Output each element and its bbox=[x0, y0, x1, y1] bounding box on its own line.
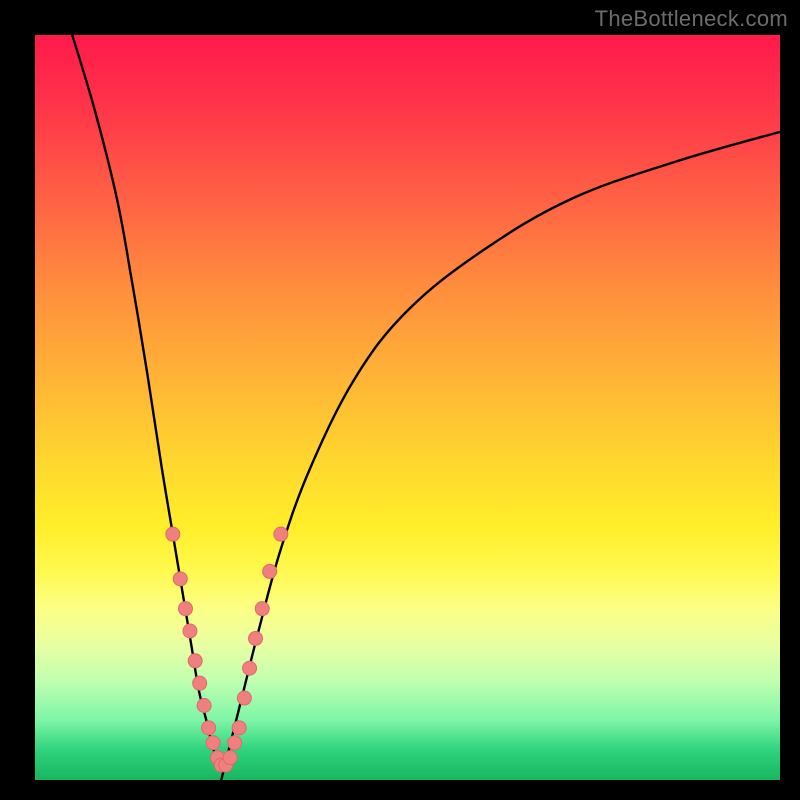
marker-point bbox=[188, 654, 202, 668]
marker-point bbox=[183, 624, 197, 638]
marker-point bbox=[197, 699, 211, 713]
plot-area bbox=[35, 35, 780, 780]
marker-point bbox=[237, 691, 251, 705]
marker-point bbox=[274, 527, 288, 541]
marker-point bbox=[223, 751, 237, 765]
marker-point bbox=[166, 527, 180, 541]
chart-svg bbox=[35, 35, 780, 780]
marker-point bbox=[193, 676, 207, 690]
marker-point bbox=[232, 721, 246, 735]
marker-point bbox=[173, 572, 187, 586]
marker-point bbox=[178, 602, 192, 616]
marker-point bbox=[255, 602, 269, 616]
marker-point bbox=[263, 564, 277, 578]
watermark-text: TheBottleneck.com bbox=[595, 6, 788, 32]
series-right-branch bbox=[221, 132, 780, 780]
curve-layer bbox=[72, 35, 780, 780]
marker-point bbox=[249, 631, 263, 645]
marker-point bbox=[202, 721, 216, 735]
marker-point bbox=[206, 736, 220, 750]
marker-point bbox=[243, 661, 257, 675]
marker-layer bbox=[166, 527, 288, 772]
chart-frame: TheBottleneck.com bbox=[0, 0, 800, 800]
marker-point bbox=[228, 736, 242, 750]
